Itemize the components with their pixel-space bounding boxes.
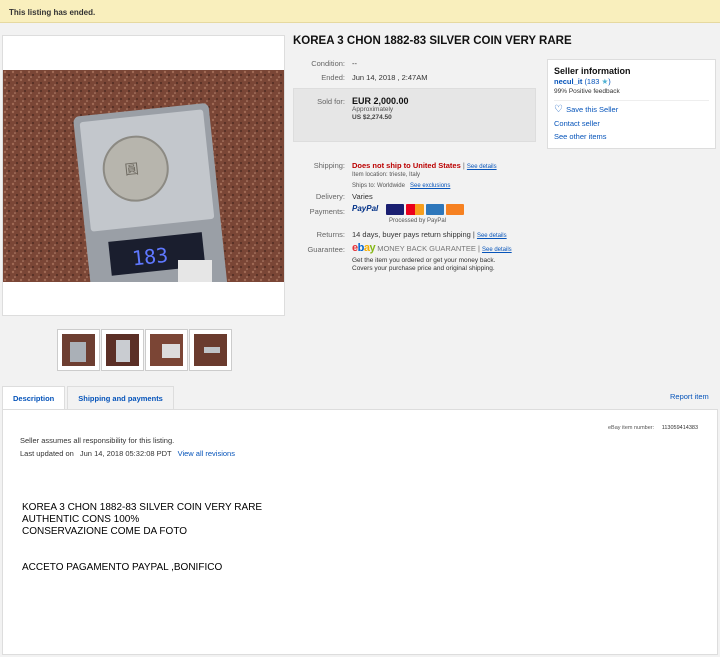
- main-image-panel[interactable]: 圓 183: [2, 35, 285, 316]
- svg-text:圓: 圓: [124, 161, 140, 178]
- listing-ended-banner: This listing has ended.: [0, 0, 720, 23]
- responsibility-text: Seller assumes all responsibility for th…: [20, 436, 175, 445]
- heart-icon: ♡: [554, 104, 563, 115]
- tab-description[interactable]: Description: [2, 386, 66, 411]
- desc-line-2: AUTHENTIC CONS 100%: [22, 514, 140, 525]
- ships-to-row: Ships to: Worldwide See exclusions: [352, 180, 450, 189]
- payments-label: Payments:: [309, 207, 345, 216]
- visa-icon: [386, 204, 405, 215]
- thumbnail-strip: [57, 329, 232, 371]
- amex-icon: [426, 204, 445, 215]
- condition-label: Condition:: [311, 59, 345, 68]
- ended-label: Ended:: [321, 73, 345, 82]
- returns-row: 14 days, buyer pays return shipping | Se…: [352, 230, 507, 239]
- shipping-row: Does not ship to United States | See det…: [352, 161, 497, 170]
- report-item-link[interactable]: Report item: [670, 392, 709, 401]
- item-title: KOREA 3 CHON 1882-83 SILVER COIN VERY RA…: [293, 35, 572, 47]
- see-exclusions-link[interactable]: See exclusions: [410, 183, 450, 189]
- item-number: 113059414383: [661, 425, 699, 431]
- ebay-logo: ebay: [352, 242, 376, 254]
- card-logos: [386, 204, 465, 215]
- item-location: Item location: trieste, Italy: [352, 172, 421, 178]
- coin-on-scale-photo: 圓 183: [3, 70, 284, 282]
- thumbnail[interactable]: [189, 329, 232, 371]
- sold-label: Sold for:: [317, 97, 345, 106]
- sold-price: EUR 2,000.00: [352, 96, 409, 106]
- view-revisions-link[interactable]: View all revisions: [178, 449, 235, 458]
- desc-line-3: CONSERVAZIONE COME DA FOTO: [22, 526, 188, 537]
- desc-line-1: KOREA 3 CHON 1882-83 SILVER COIN VERY RA…: [22, 502, 263, 513]
- seller-info-panel: Seller information necul_it (183 ★) 99% …: [547, 59, 716, 149]
- discover-icon: [446, 204, 465, 215]
- guarantee-details-link[interactable]: See details: [482, 247, 512, 253]
- thumbnail[interactable]: [145, 329, 188, 371]
- updated-row: Last updated on Jun 14, 2018 05:32:08 PD…: [20, 449, 235, 458]
- save-seller-link[interactable]: ♡ Save this Seller: [554, 104, 709, 115]
- condition-value: --: [352, 59, 357, 68]
- guarantee-desc2: Covers your purchase price and original …: [352, 265, 495, 272]
- returns-label: Returns:: [316, 230, 345, 239]
- seller-feedback: 99% Positive feedback: [554, 88, 620, 95]
- scale-readout: 183: [131, 243, 169, 271]
- delivery-value: Varies: [352, 192, 373, 201]
- updated-value: Jun 14, 2018 05:32:08 PDT: [79, 449, 172, 458]
- ships-to: Ships to: Worldwide: [352, 183, 405, 189]
- guarantee-text: MONEY BACK GUARANTEE: [377, 244, 476, 253]
- processed-by: Processed by PayPal: [389, 218, 447, 224]
- guarantee-desc1: Get the item you ordered or get your mon…: [352, 257, 496, 264]
- guarantee-label: Guarantee:: [307, 245, 345, 254]
- seller-row: necul_it (183 ★): [554, 77, 611, 86]
- thumbnail[interactable]: [57, 329, 100, 371]
- updated-label: Last updated on: [20, 449, 74, 458]
- paypal-logo: PayPal: [352, 204, 379, 214]
- shipping-value: Does not ship to United States: [352, 161, 461, 170]
- item-number-label: eBay item number:: [608, 425, 655, 431]
- approx-label: Approximately: [352, 106, 394, 113]
- seller-score[interactable]: (183: [584, 77, 599, 86]
- desc-line-4: ACCETO PAGAMENTO PAYPAL ,BONIFICO: [22, 562, 223, 573]
- ended-value: Jun 14, 2018 , 2:47AM: [352, 73, 428, 82]
- returns-details-link[interactable]: See details: [477, 233, 507, 239]
- shipping-details-link[interactable]: See details: [467, 164, 497, 170]
- tab-shipping-payments[interactable]: Shipping and payments: [67, 386, 174, 410]
- see-other-items-link[interactable]: See other items: [554, 132, 709, 141]
- delivery-label: Delivery:: [315, 192, 345, 201]
- description-tabs: Description Shipping and payments: [2, 386, 176, 411]
- guarantee-row: ebay MONEY BACK GUARANTEE | See details: [352, 242, 512, 254]
- seller-name[interactable]: necul_it: [554, 77, 582, 86]
- contact-seller-link[interactable]: Contact seller: [554, 119, 709, 128]
- returns-value: 14 days, buyer pays return shipping |: [352, 230, 475, 239]
- item-number-row: eBay item number: 113059414383: [608, 425, 698, 431]
- payments-row: PayPal: [352, 204, 465, 215]
- shipping-label: Shipping:: [313, 161, 345, 170]
- seller-heading: Seller information: [554, 66, 631, 76]
- mastercard-icon: [406, 204, 425, 215]
- description-panel: eBay item number: 113059414383 Seller as…: [2, 409, 718, 655]
- thumbnail[interactable]: [101, 329, 144, 371]
- approx-price: US $2,274.50: [352, 114, 392, 121]
